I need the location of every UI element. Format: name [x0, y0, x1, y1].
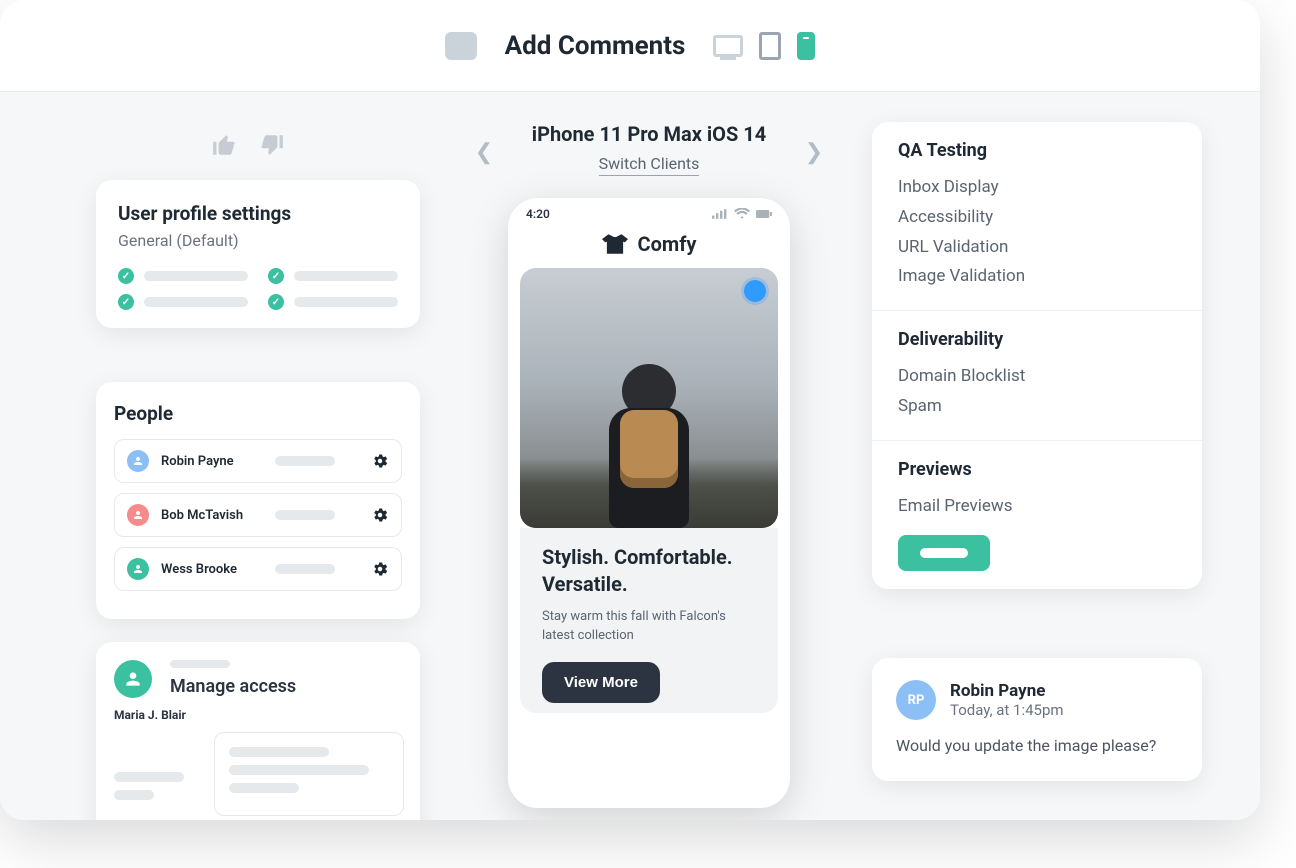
- qa-item[interactable]: Accessibility: [898, 203, 1176, 233]
- check-icon: ✓: [118, 268, 134, 284]
- placeholder-bar: [294, 271, 398, 281]
- qa-item[interactable]: Image Validation: [898, 262, 1176, 292]
- feedback-thumbs: [210, 132, 286, 158]
- device-switcher: [713, 32, 815, 60]
- device-name: iPhone 11 Pro Max iOS 14: [474, 122, 824, 146]
- person-name: Robin Payne: [161, 454, 251, 469]
- phone-status-bar: 4:20: [508, 198, 790, 230]
- person-row[interactable]: Robin Payne: [114, 439, 402, 483]
- placeholder-bar: [170, 660, 230, 668]
- comment-avatar: RP: [896, 680, 936, 720]
- thumbs-down-icon[interactable]: [258, 132, 286, 158]
- switch-clients-link[interactable]: Switch Clients: [599, 154, 700, 176]
- phone-preview: 4:20 Comfy St: [508, 198, 790, 808]
- person-avatar-icon: [127, 504, 149, 526]
- setting-item: ✓: [118, 294, 248, 310]
- placeholder-bar: [229, 783, 299, 793]
- gear-icon[interactable]: [371, 560, 389, 578]
- app-header: Add Comments: [0, 0, 1260, 92]
- access-owner: Maria J. Blair: [114, 708, 402, 722]
- settings-subtitle: General (Default): [118, 231, 398, 250]
- qa-panel: QA Testing Inbox Display Accessibility U…: [872, 122, 1202, 589]
- workspace: User profile settings General (Default) …: [0, 92, 1260, 820]
- person-row[interactable]: Wess Brooke: [114, 547, 402, 591]
- person-name: Wess Brooke: [161, 562, 251, 577]
- qa-section-title: QA Testing: [898, 140, 1176, 161]
- tshirt-icon: [602, 233, 628, 255]
- header-title: Add Comments: [505, 31, 686, 61]
- placeholder-bar: [114, 790, 154, 800]
- comment-marker-icon[interactable]: [744, 280, 766, 302]
- qa-item[interactable]: Spam: [898, 392, 1176, 422]
- qa-item[interactable]: Inbox Display: [898, 173, 1176, 203]
- placeholder-bar: [144, 271, 248, 281]
- app-window: Add Comments User profile settings Gener…: [0, 0, 1260, 820]
- comment-icon: [445, 32, 477, 60]
- person-name: Bob McTavish: [161, 508, 251, 523]
- view-more-button[interactable]: View More: [542, 662, 660, 703]
- gear-icon[interactable]: [371, 452, 389, 470]
- owner-avatar-icon: [114, 660, 152, 698]
- settings-checks: ✓ ✓ ✓ ✓: [118, 268, 398, 310]
- gear-icon[interactable]: [371, 506, 389, 524]
- hero-sub: Stay warm this fall with Falcon's latest…: [542, 608, 756, 646]
- person-row[interactable]: Bob McTavish: [114, 493, 402, 537]
- comment-author: Robin Payne: [950, 681, 1064, 701]
- battery-icon: [756, 208, 772, 220]
- check-icon: ✓: [268, 268, 284, 284]
- people-card: People Robin Payne Bob McTavish Wess Bro…: [96, 382, 420, 619]
- comment-card: RP Robin Payne Today, at 1:45pm Would yo…: [872, 658, 1202, 781]
- qa-item[interactable]: Email Previews: [898, 492, 1176, 522]
- comment-body: Would you update the image please?: [896, 734, 1178, 759]
- setting-item: ✓: [268, 268, 398, 284]
- setting-item: ✓: [268, 294, 398, 310]
- settings-title: User profile settings: [118, 202, 398, 225]
- person-avatar-icon: [127, 558, 149, 580]
- signal-icon: [712, 208, 728, 220]
- access-inner-panel: [214, 732, 404, 816]
- brand-row: Comfy: [508, 230, 790, 268]
- hero-copy: Stylish. Comfortable. Versatile. Stay wa…: [520, 528, 778, 713]
- mobile-icon[interactable]: [797, 32, 815, 60]
- manage-access-card: Manage access Maria J. Blair: [96, 642, 420, 820]
- desktop-icon[interactable]: [713, 35, 743, 57]
- placeholder-bar: [114, 772, 184, 782]
- status-time: 4:20: [526, 207, 550, 221]
- check-icon: ✓: [268, 294, 284, 310]
- hero-heading: Stylish. Comfortable. Versatile.: [542, 544, 756, 598]
- brand-name: Comfy: [638, 232, 697, 256]
- person-avatar-icon: [127, 450, 149, 472]
- wifi-icon: [734, 208, 750, 220]
- user-settings-card: User profile settings General (Default) …: [96, 180, 420, 328]
- placeholder-bar: [275, 510, 335, 520]
- thumbs-up-icon[interactable]: [210, 132, 238, 158]
- device-label: iPhone 11 Pro Max iOS 14 Switch Clients: [474, 122, 824, 176]
- qa-item[interactable]: URL Validation: [898, 233, 1176, 263]
- run-previews-button[interactable]: [898, 535, 990, 571]
- setting-item: ✓: [118, 268, 248, 284]
- comment-time: Today, at 1:45pm: [950, 701, 1064, 719]
- hero-image: [520, 268, 778, 528]
- qa-section-title: Previews: [898, 459, 1176, 480]
- access-title: Manage access: [170, 676, 296, 697]
- placeholder-bar: [275, 456, 335, 466]
- tablet-icon[interactable]: [759, 32, 781, 60]
- qa-section-title: Deliverability: [898, 329, 1176, 350]
- placeholder-bar: [144, 297, 248, 307]
- placeholder-bar: [229, 765, 369, 775]
- check-icon: ✓: [118, 294, 134, 310]
- people-title: People: [114, 402, 402, 425]
- placeholder-bar: [275, 564, 335, 574]
- qa-item[interactable]: Domain Blocklist: [898, 362, 1176, 392]
- placeholder-bar: [294, 297, 398, 307]
- placeholder-bar: [229, 747, 329, 757]
